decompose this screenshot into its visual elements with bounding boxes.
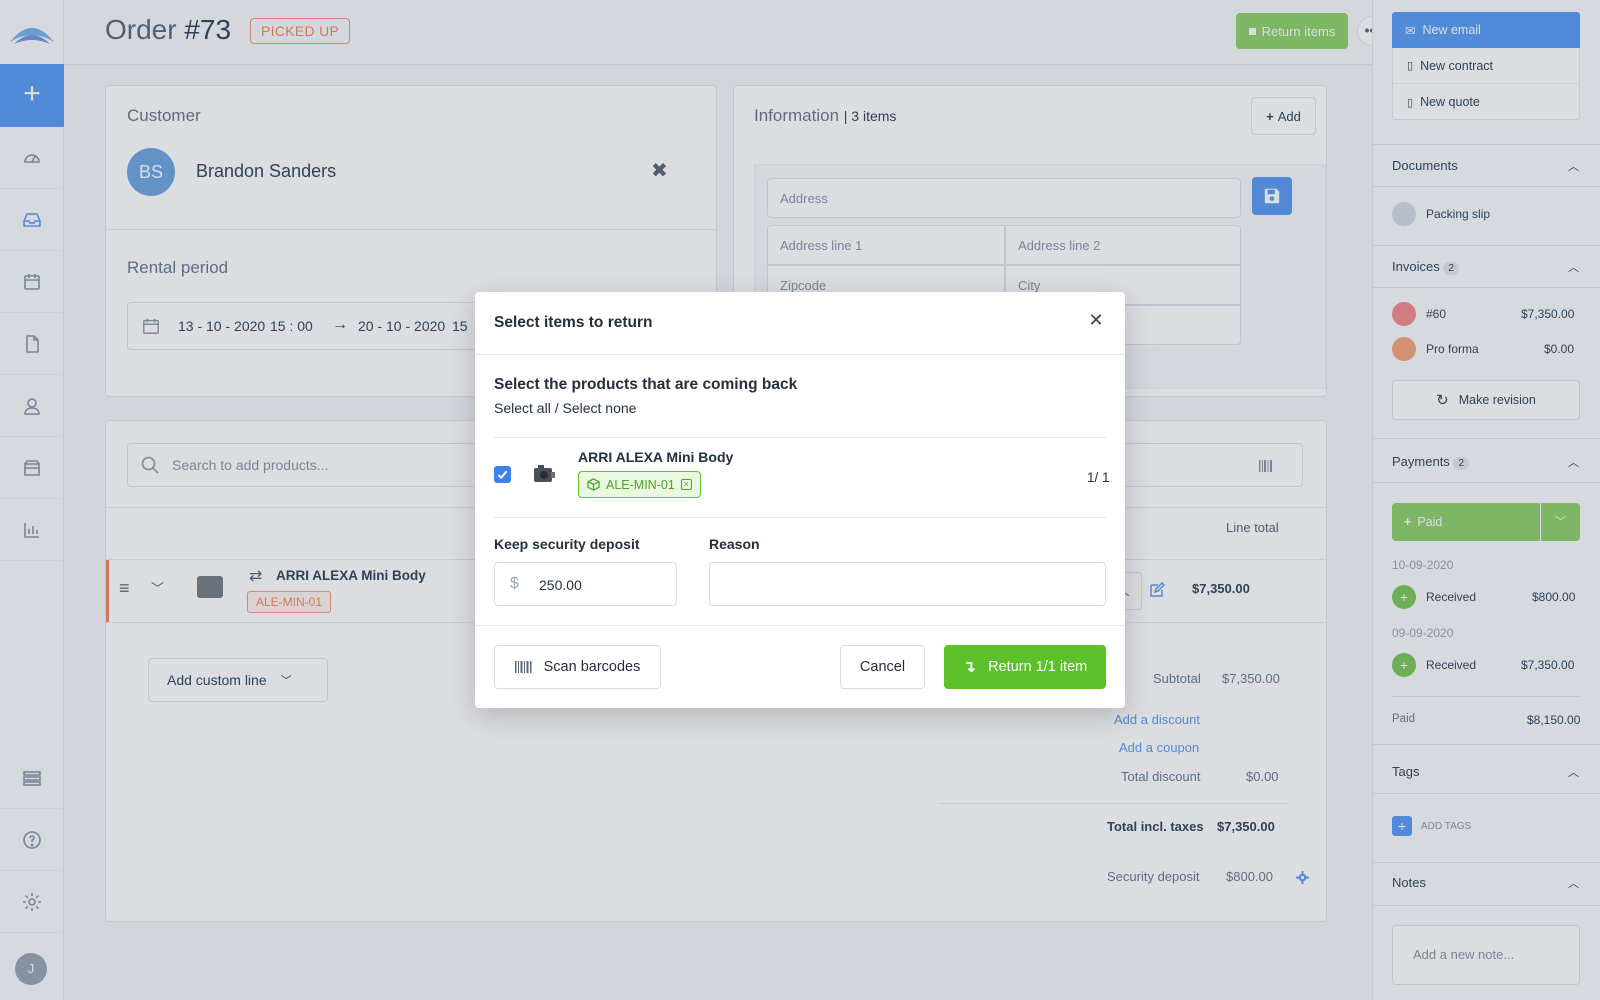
select-none-link[interactable]: Select none [562, 400, 636, 416]
deposit-input[interactable]: $ 250.00 [494, 562, 677, 606]
remove-tag-icon[interactable]: × [680, 479, 692, 490]
deposit-label: Keep security deposit [494, 536, 640, 552]
product-tag[interactable]: ALE-MIN-01 × [578, 471, 701, 498]
return-arrow-icon: ↴ [962, 659, 977, 676]
cancel-label: Cancel [859, 659, 906, 675]
return-items-modal: Select items to return ✕ Select the prod… [475, 292, 1125, 708]
close-icon[interactable]: ✕ [1086, 310, 1106, 330]
product-checkbox[interactable] [494, 466, 511, 483]
camera-icon [534, 465, 555, 482]
modal-title: Select items to return [494, 314, 653, 331]
select-all-link[interactable]: Select all [494, 400, 551, 416]
currency-symbol: $ [510, 575, 519, 592]
product-thumbnail [532, 464, 556, 484]
reason-input[interactable] [709, 562, 1106, 606]
modal-subtitle: Select the products that are coming back [494, 376, 798, 393]
return-quantity: 1/ 1 [1087, 470, 1110, 485]
divider [494, 517, 1106, 518]
scan-barcodes-button[interactable]: Scan barcodes [494, 645, 661, 689]
confirm-return-label: Return 1/1 item [988, 659, 1088, 675]
divider [494, 437, 1106, 438]
checkmark-icon [497, 470, 508, 480]
deposit-value: 250.00 [539, 577, 582, 593]
confirm-return-button[interactable]: ↴ Return 1/1 item [944, 645, 1106, 689]
select-links: Select all / Select none [494, 400, 636, 416]
scan-barcodes-label: Scan barcodes [543, 659, 641, 675]
divider [475, 354, 1125, 355]
product-name: ARRI ALEXA Mini Body [578, 449, 734, 465]
product-tag-label: ALE-MIN-01 [606, 477, 675, 492]
cube-icon [587, 478, 600, 491]
barcode-icon [514, 661, 532, 673]
cancel-button[interactable]: Cancel [840, 645, 925, 689]
select-separator: / [550, 400, 563, 416]
reason-label: Reason [709, 536, 760, 552]
divider [475, 625, 1125, 626]
